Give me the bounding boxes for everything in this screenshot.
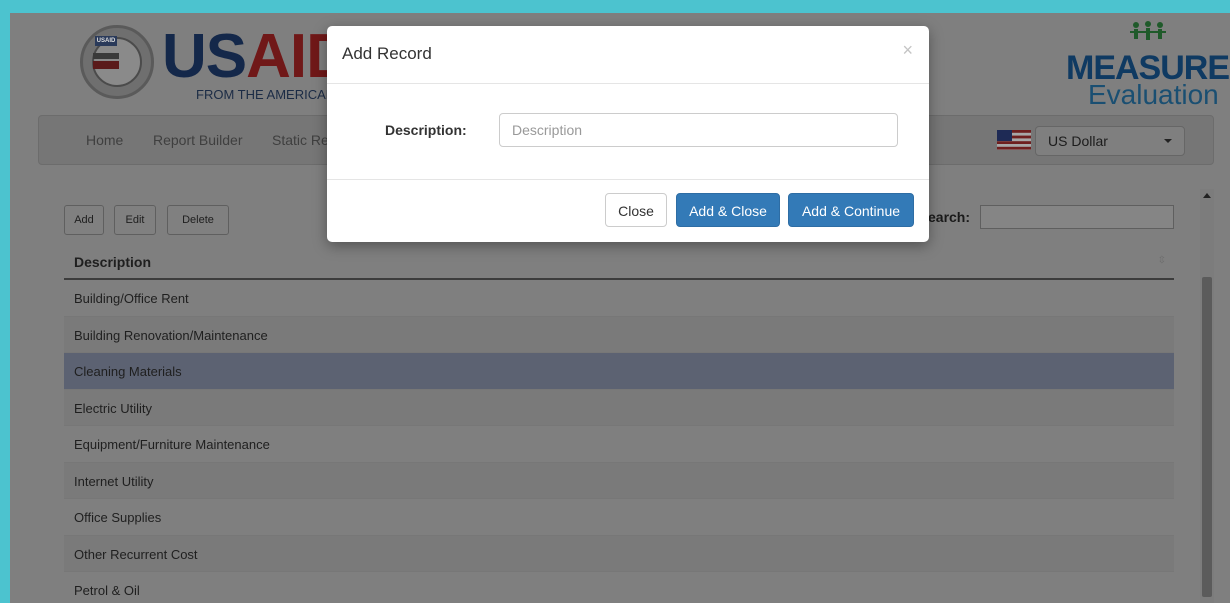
scrollbar[interactable]: [1200, 189, 1214, 603]
nav-report-builder[interactable]: Report Builder: [153, 132, 243, 148]
add-button[interactable]: Add: [64, 205, 104, 235]
table-cell: Electric Utility: [74, 400, 153, 416]
scrollbar-thumb[interactable]: [1202, 277, 1212, 597]
close-icon[interactable]: ×: [902, 40, 913, 61]
add-and-close-button[interactable]: Add & Close: [676, 193, 780, 227]
edit-button[interactable]: Edit: [114, 205, 156, 235]
usaid-seal-logo: USAID: [80, 25, 154, 99]
table-row-selected[interactable]: Cleaning Materials: [64, 353, 1174, 390]
table-row[interactable]: Petrol & Oil: [64, 572, 1174, 603]
table-cell: Equipment/Furniture Maintenance: [74, 437, 270, 452]
measure-evaluation-logo: MEASURE Evaluation: [1060, 21, 1230, 111]
table-cell: Petrol & Oil: [74, 583, 140, 598]
table-cell: Cleaning Materials: [74, 364, 182, 379]
sort-icon: ⇳: [1157, 255, 1166, 266]
table-cell: Internet Utility: [74, 473, 154, 489]
table-cell: Building/Office Rent: [74, 291, 189, 306]
table-row[interactable]: Other Recurrent Cost: [64, 535, 1174, 572]
table-cell: Building Renovation/Maintenance: [74, 327, 268, 343]
currency-value: US Dollar: [1048, 133, 1108, 149]
chevron-down-icon: [1164, 139, 1172, 143]
table-row[interactable]: Equipment/Furniture Maintenance: [64, 426, 1174, 463]
add-and-continue-button[interactable]: Add & Continue: [788, 193, 914, 227]
table-row[interactable]: Building Renovation/Maintenance: [64, 316, 1174, 353]
table-cell: Office Supplies: [74, 510, 162, 525]
dialog-header: Add Record ×: [327, 26, 929, 84]
us-flag-icon: [997, 130, 1031, 150]
nav-home[interactable]: Home: [86, 132, 123, 148]
currency-select[interactable]: US Dollar: [1035, 126, 1185, 156]
table-row[interactable]: Office Supplies: [64, 499, 1174, 536]
measure-logo-subtitle: Evaluation: [1088, 79, 1219, 110]
people-icon: [1130, 21, 1166, 40]
column-header-description: Description: [74, 254, 152, 270]
nav-static-reports[interactable]: Static Re: [272, 132, 329, 148]
search-label: earch:: [928, 209, 971, 225]
description-label: Description:: [385, 122, 467, 138]
dialog-body: Description:: [327, 84, 929, 180]
search-input[interactable]: [980, 205, 1174, 229]
dialog-title: Add Record: [342, 44, 432, 63]
add-record-dialog: Add Record × Description: Close Add & Cl…: [327, 26, 929, 242]
close-button[interactable]: Close: [605, 193, 667, 227]
description-input[interactable]: [499, 113, 898, 147]
table-header[interactable]: Description ⇳: [64, 243, 1174, 280]
table-cell: Other Recurrent Cost: [74, 546, 198, 562]
usaid-logo-text: USAID: [162, 26, 351, 88]
scroll-up-icon[interactable]: [1203, 193, 1211, 198]
table-row[interactable]: Internet Utility: [64, 462, 1174, 499]
table-row[interactable]: Building/Office Rent: [64, 280, 1174, 317]
delete-button[interactable]: Delete: [167, 205, 229, 235]
usaid-logo-us: US: [162, 22, 247, 91]
records-table: Description ⇳ Building/Office Rent Build…: [64, 243, 1174, 603]
usaid-seal-tag: USAID: [95, 36, 117, 46]
table-row[interactable]: Electric Utility: [64, 389, 1174, 426]
